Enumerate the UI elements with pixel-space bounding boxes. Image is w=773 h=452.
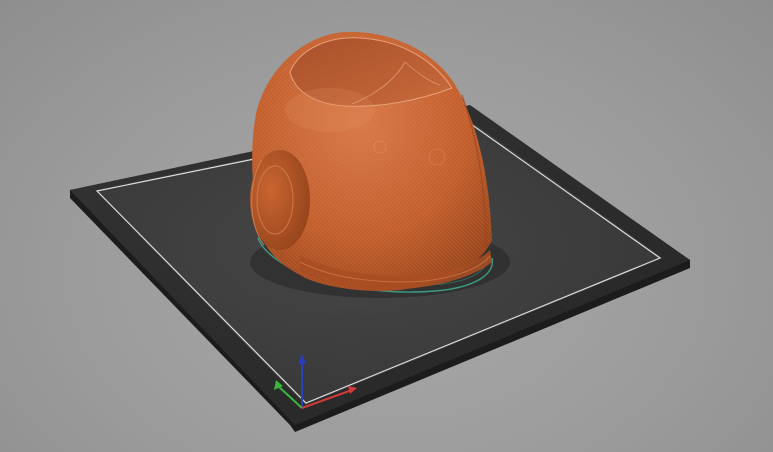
model-highlight — [285, 88, 375, 132]
scene-canvas[interactable] — [0, 0, 773, 452]
3d-viewport[interactable] — [0, 0, 773, 452]
